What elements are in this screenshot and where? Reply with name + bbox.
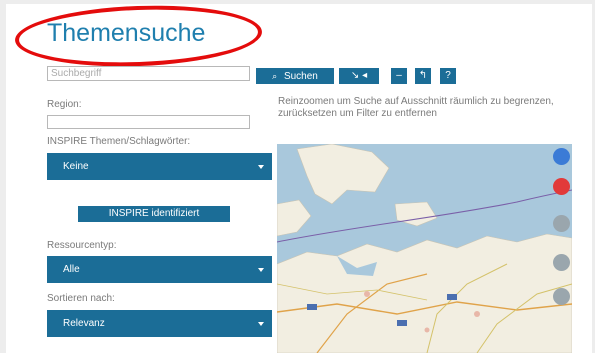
- map-hint-text: Reinzoomen um Suche auf Ausschnitt räuml…: [278, 96, 554, 119]
- minus-icon[interactable]: –: [391, 68, 407, 84]
- pan-navigation-icon[interactable]: [553, 148, 570, 165]
- inspire-themes-select[interactable]: Keine: [47, 153, 272, 180]
- search-button[interactable]: ⌕ Suchen: [256, 68, 334, 84]
- search-input[interactable]: [47, 66, 250, 81]
- inspire-themes-value: Keine: [63, 161, 89, 172]
- chevron-down-icon: [258, 268, 264, 272]
- sort-label: Sortieren nach:: [47, 293, 115, 304]
- magnifier-icon: ⌕: [272, 71, 278, 81]
- zoom-out-icon[interactable]: [553, 254, 570, 271]
- sort-value: Relevanz: [63, 318, 105, 329]
- inspire-themes-label: INSPIRE Themen/Schlagwörter:: [47, 136, 191, 147]
- inspire-identified-button[interactable]: INSPIRE identifiziert: [78, 206, 230, 222]
- search-button-label: Suchen: [283, 71, 318, 82]
- zoom-in-icon[interactable]: [553, 215, 570, 232]
- resource-type-select[interactable]: Alle: [47, 256, 272, 283]
- map-view[interactable]: [277, 144, 572, 353]
- help-icon[interactable]: ?: [440, 68, 456, 84]
- move-cross-icon[interactable]: [553, 178, 570, 195]
- zoom-minus-icon[interactable]: [553, 288, 570, 305]
- resource-type-label: Ressourcentyp:: [47, 240, 117, 251]
- undo-arrow-icon[interactable]: ↰: [415, 68, 431, 84]
- sort-select[interactable]: Relevanz: [47, 310, 272, 337]
- chevron-down-icon: [258, 322, 264, 326]
- map-background: [277, 144, 572, 353]
- collapse-arrows-icon[interactable]: ↘ ◂: [339, 68, 379, 84]
- chevron-down-icon: [258, 165, 264, 169]
- region-label: Region:: [47, 99, 82, 110]
- region-field[interactable]: [47, 115, 250, 129]
- resource-type-value: Alle: [63, 264, 80, 275]
